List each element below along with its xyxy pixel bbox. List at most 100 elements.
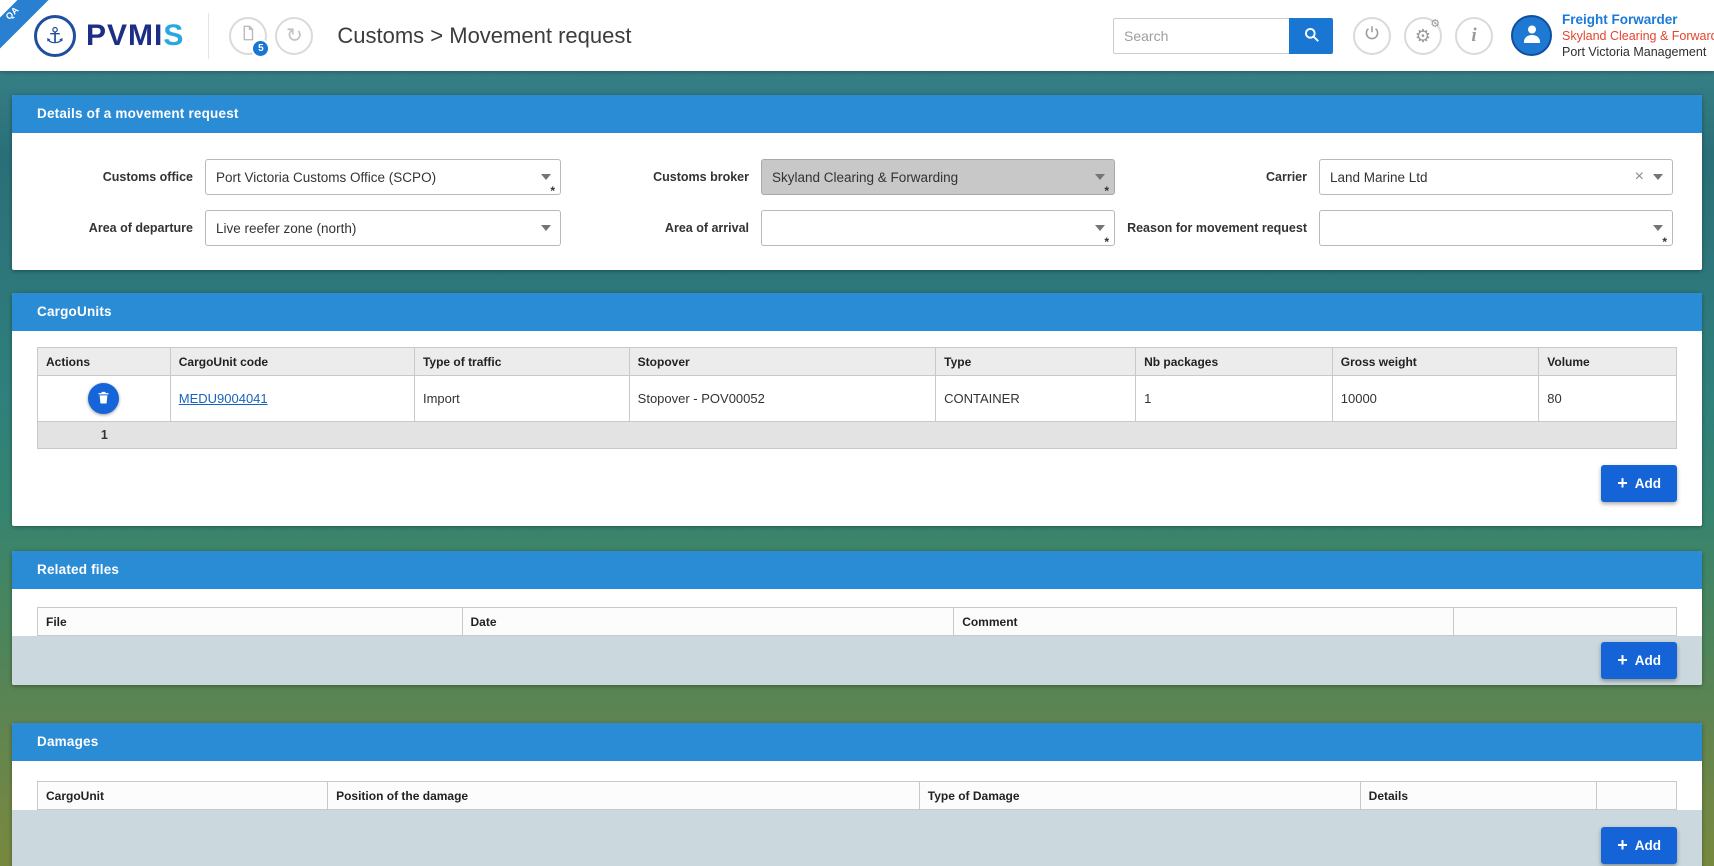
documents-button[interactable]: 5 <box>229 17 267 55</box>
required-asterisk: * <box>1104 235 1109 249</box>
topbar-quick-actions: 5 ↻ <box>229 17 313 55</box>
documents-count-badge: 5 <box>251 39 270 58</box>
cargo-units-actions-row: + Add <box>37 465 1677 502</box>
volume-cell: 80 <box>1539 376 1677 422</box>
refresh-button[interactable]: ↻ <box>275 17 313 55</box>
search-input[interactable] <box>1113 18 1289 54</box>
qa-ribbon-label: QA <box>4 4 21 21</box>
col-type-of-traffic: Type of traffic <box>414 348 629 376</box>
field-label-area-of-departure: Area of departure <box>37 221 205 236</box>
plus-icon: + <box>1617 836 1628 854</box>
customs-office-value: Port Victoria Customs Office (SCPO) <box>216 170 436 185</box>
movement-request-details-panel: Details of a movement request Customs of… <box>12 95 1702 270</box>
area-of-departure-value: Live reefer zone (north) <box>216 221 356 236</box>
type-of-traffic-cell: Import <box>414 376 629 422</box>
top-bar: QA ⚓ PVMIS 5 ↻ Customs > Movement reques… <box>0 0 1714 71</box>
chevron-down-icon <box>541 174 551 180</box>
page-title: Customs > Movement request <box>337 23 631 49</box>
user-avatar[interactable] <box>1511 15 1552 56</box>
add-related-file-label: Add <box>1635 653 1661 668</box>
area-of-departure-select[interactable]: Live reefer zone (north) <box>205 210 561 246</box>
col-details: Details <box>1360 782 1596 810</box>
details-panel-title: Details of a movement request <box>12 95 1702 133</box>
cargo-unit-code-link[interactable]: MEDU9004041 <box>179 391 268 406</box>
damages-table-wrap: CargoUnit Position of the damage Type of… <box>37 781 1677 810</box>
user-role: Freight Forwarder <box>1562 12 1714 28</box>
col-stopover: Stopover <box>629 348 935 376</box>
refresh-icon: ↻ <box>286 23 303 48</box>
col-type-of-damage: Type of Damage <box>919 782 1360 810</box>
search-icon <box>1302 25 1321 47</box>
col-gross-weight: Gross weight <box>1332 348 1539 376</box>
reason-for-movement-select[interactable]: * <box>1319 210 1673 246</box>
chevron-down-icon <box>1095 174 1105 180</box>
brand-name-primary: PVMI <box>86 19 163 52</box>
customs-broker-value: Skyland Clearing & Forwarding <box>772 170 958 185</box>
col-cargo-unit-code: CargoUnit code <box>170 348 414 376</box>
power-icon <box>1363 24 1381 48</box>
logout-button[interactable] <box>1353 17 1391 55</box>
actions-cell <box>38 376 171 422</box>
chevron-down-icon <box>1095 225 1105 231</box>
clear-icon[interactable]: × <box>1635 169 1644 185</box>
info-button[interactable]: i <box>1455 17 1493 55</box>
col-cargo-unit: CargoUnit <box>38 782 328 810</box>
area-of-arrival-select[interactable]: * <box>761 210 1115 246</box>
damages-header-row: CargoUnit Position of the damage Type of… <box>38 782 1677 810</box>
user-company: Skyland Clearing & Forwarding <box>1562 28 1714 44</box>
settings-button[interactable]: ⚙⚙ <box>1404 17 1442 55</box>
global-search <box>1113 18 1333 54</box>
col-date: Date <box>462 608 954 636</box>
app-logo[interactable]: ⚓ PVMIS <box>34 15 184 57</box>
col-type: Type <box>936 348 1136 376</box>
anchor-logo-icon: ⚓ <box>34 15 76 57</box>
related-files-panel: Related files File Date Comment + Add <box>12 551 1702 685</box>
cargo-unit-code-cell: MEDU9004041 <box>170 376 414 422</box>
chevron-down-icon <box>541 225 551 231</box>
delete-cargo-unit-button[interactable] <box>88 383 119 414</box>
cargo-units-panel-title: CargoUnits <box>12 293 1702 331</box>
required-asterisk: * <box>550 184 555 198</box>
search-button[interactable] <box>1289 18 1333 54</box>
col-empty <box>1454 608 1677 636</box>
field-label-carrier: Carrier <box>1115 170 1319 185</box>
related-files-panel-title: Related files <box>12 551 1702 589</box>
related-files-header-row: File Date Comment <box>38 608 1677 636</box>
carrier-value: Land Marine Ltd <box>1330 170 1428 185</box>
cargo-units-body: Actions CargoUnit code Type of traffic S… <box>12 331 1702 526</box>
gears-icon: ⚙⚙ <box>1415 27 1431 45</box>
field-label-area-of-arrival: Area of arrival <box>561 221 761 236</box>
add-damage-label: Add <box>1635 838 1661 853</box>
trash-icon <box>96 390 111 408</box>
damages-empty-area: + Add <box>12 810 1702 866</box>
chevron-down-icon <box>1653 225 1663 231</box>
customs-broker-select: Skyland Clearing & Forwarding * <box>761 159 1115 195</box>
col-position-of-damage: Position of the damage <box>328 782 920 810</box>
plus-icon: + <box>1617 651 1628 669</box>
add-damage-button[interactable]: + Add <box>1601 827 1677 864</box>
page-number[interactable]: 1 <box>38 428 171 442</box>
cargo-units-panel: CargoUnits Actions CargoUnit code Type o… <box>12 293 1702 526</box>
pagination-bar: 1 <box>37 422 1677 449</box>
carrier-select[interactable]: Land Marine Ltd × <box>1319 159 1673 195</box>
user-info: Freight Forwarder Skyland Clearing & For… <box>1562 12 1714 60</box>
col-file: File <box>38 608 463 636</box>
user-organization: Port Victoria Management <box>1562 44 1714 60</box>
type-cell: CONTAINER <box>936 376 1136 422</box>
col-nb-packages: Nb packages <box>1136 348 1333 376</box>
required-asterisk: * <box>1104 184 1109 198</box>
add-cargo-unit-button[interactable]: + Add <box>1601 465 1677 502</box>
person-icon <box>1520 21 1544 50</box>
damages-panel-title: Damages <box>12 723 1702 761</box>
topbar-utility-buttons: ⚙⚙ i <box>1353 17 1493 55</box>
related-files-table-wrap: File Date Comment <box>37 607 1677 636</box>
details-form: Customs office Port Victoria Customs Off… <box>12 133 1702 270</box>
brand-name: PVMIS <box>86 21 184 51</box>
customs-office-select[interactable]: Port Victoria Customs Office (SCPO) * <box>205 159 561 195</box>
gross-weight-cell: 10000 <box>1332 376 1539 422</box>
add-related-file-button[interactable]: + Add <box>1601 642 1677 679</box>
nb-packages-cell: 1 <box>1136 376 1333 422</box>
cargo-units-header-row: Actions CargoUnit code Type of traffic S… <box>38 348 1677 376</box>
damages-table: CargoUnit Position of the damage Type of… <box>37 781 1677 810</box>
related-files-table: File Date Comment <box>37 607 1677 636</box>
